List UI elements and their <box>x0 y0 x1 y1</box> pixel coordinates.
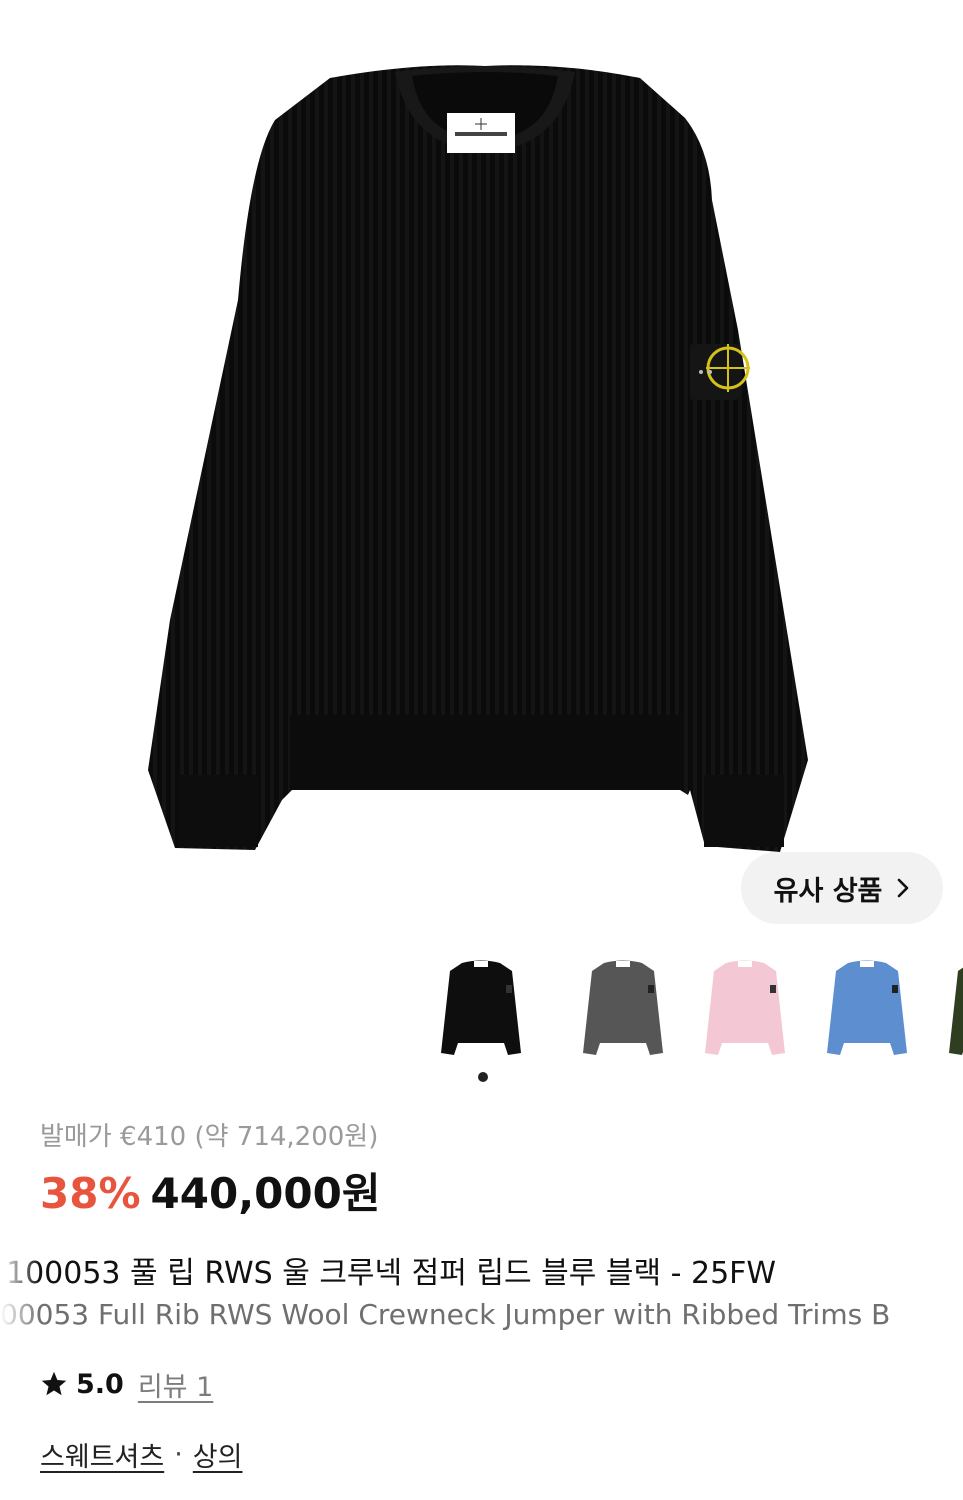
rating-score: 5.0 <box>76 1368 124 1400</box>
product-title-korean: 100053 풀 립 RWS 울 크루넥 점퍼 립드 블루 블랙 - 25FW <box>6 1256 777 1291</box>
retail-price: 발매가 €410 (약 714,200원) <box>40 1122 379 1152</box>
product-title-english: 00053 Full Rib RWS Wool Crewneck Jumper … <box>0 1298 891 1331</box>
sweater-thumb-icon <box>827 960 907 1055</box>
color-thumb-black[interactable] <box>420 943 542 1065</box>
color-thumb-blue[interactable] <box>806 943 928 1065</box>
category-breadcrumb: 스웨트셔츠 · 상의 <box>40 1434 242 1474</box>
sweater-thumb-icon <box>441 960 521 1055</box>
category-separator: · <box>174 1438 183 1470</box>
star-icon <box>41 1371 67 1396</box>
sweater-thumb-icon <box>705 960 785 1055</box>
similar-products-button[interactable]: 유사 상품 <box>741 852 943 924</box>
color-thumb-grey[interactable] <box>562 943 684 1065</box>
color-thumb-pink[interactable] <box>684 943 806 1065</box>
discount-rate: 38% <box>40 1169 141 1218</box>
product-main-image[interactable] <box>0 0 963 940</box>
similar-products-label: 유사 상품 <box>773 875 883 907</box>
sweater-thumb-icon <box>949 967 963 1055</box>
price-row: 38% 440,000원 <box>40 1160 380 1218</box>
rating-row: 5.0 리뷰 1 <box>40 1364 213 1404</box>
sweater-thumb-icon <box>583 960 663 1055</box>
chevron-right-icon <box>898 878 909 898</box>
color-thumb-olive[interactable] <box>928 943 963 1065</box>
category-link-tops[interactable]: 상의 <box>193 1435 243 1474</box>
carousel-indicator-dot <box>478 1072 488 1082</box>
color-options-carousel[interactable] <box>420 943 963 1068</box>
category-link-sweatshirts[interactable]: 스웨트셔츠 <box>40 1435 164 1474</box>
review-count-link[interactable]: 리뷰 1 <box>138 1365 213 1404</box>
sweater-illustration <box>148 65 808 852</box>
sale-price: 440,000원 <box>150 1169 381 1218</box>
